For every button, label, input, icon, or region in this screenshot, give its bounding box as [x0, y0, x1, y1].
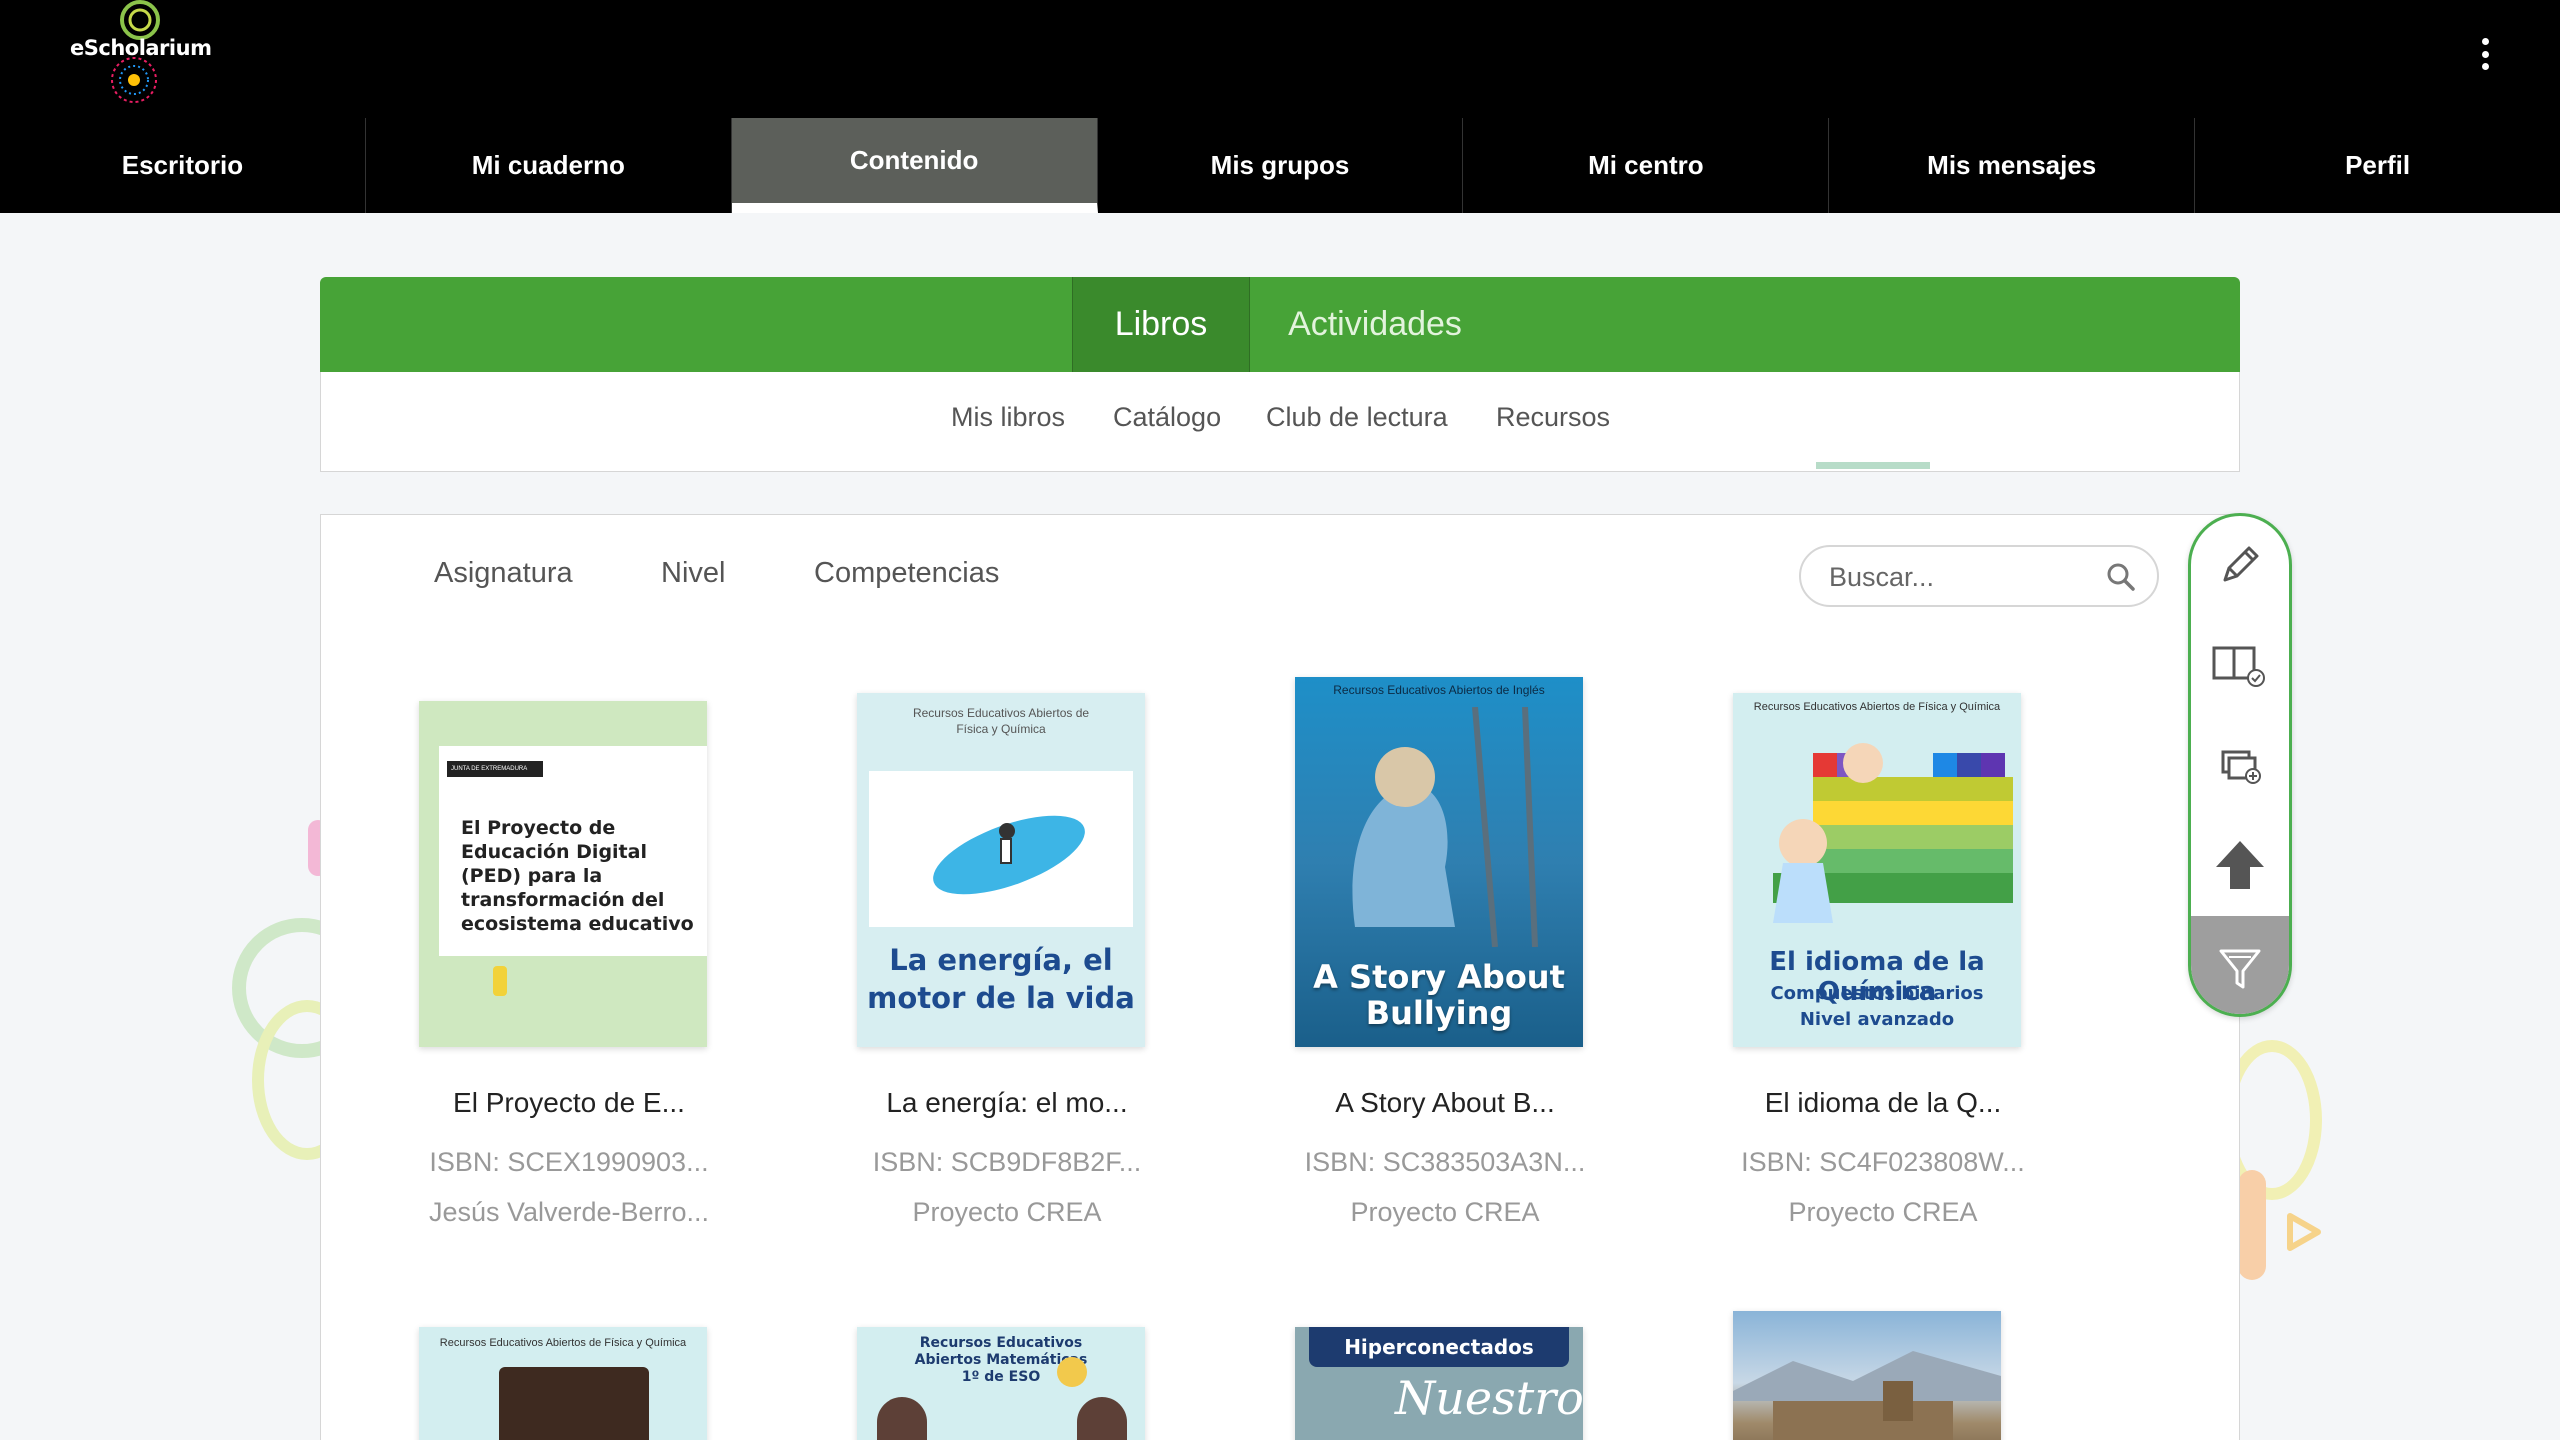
nav-contenido[interactable]: Contenido [731, 118, 1098, 213]
book-isbn: ISBN: SC383503A3N... [1304, 1147, 1586, 1177]
search-input[interactable] [1829, 557, 2099, 597]
funnel-icon [2219, 949, 2261, 989]
decor-blob [2238, 1170, 2266, 1280]
add-collection-button[interactable] [2191, 716, 2289, 814]
book-title[interactable]: El idioma de la Q... [1733, 1087, 2033, 1119]
subtab-club-de-lectura[interactable]: Club de lectura [1266, 402, 1448, 433]
book-title[interactable]: La energía: el mo... [857, 1087, 1157, 1119]
subtab-catalogo[interactable]: Catálogo [1113, 402, 1221, 433]
book-check-icon [2212, 646, 2265, 687]
cover-header: Recursos Educativos Abiertos de Física y… [439, 1337, 687, 1349]
nav-perfil[interactable]: Perfil [2195, 118, 2560, 213]
cover-illustration [1773, 743, 2013, 923]
book-check-button[interactable] [2191, 616, 2289, 714]
book-cover[interactable]: Recursos Educativos Abiertos de Física y… [857, 693, 1145, 1047]
cover-title: El Proyecto de Educación Digital (PED) p… [461, 817, 694, 935]
filter-competencias[interactable]: Competencias [814, 557, 999, 590]
book-cover[interactable]: Recursos Educativos Abiertos de Física y… [1733, 693, 2021, 1047]
add-copy-icon [2221, 750, 2261, 784]
main-nav: Escritorio Mi cuaderno Contenido Mis gru… [0, 118, 2560, 213]
cover-illustration [499, 1367, 649, 1440]
floating-toolbar [2188, 513, 2292, 1017]
cover-header: Recursos Educativos Abiertos Matemáticas… [914, 1335, 1088, 1385]
search-icon[interactable] [2105, 561, 2137, 593]
book-title[interactable]: El Proyecto de E... [419, 1087, 719, 1119]
book-isbn: ISBN: SCB9DF8B2F... [872, 1147, 1142, 1177]
sub-tabs-bar: Mis libros Catálogo Club de lectura Recu… [320, 372, 2240, 472]
search-box [1799, 545, 2159, 607]
cover-emblem [493, 966, 507, 996]
app-logo[interactable]: eScholarium [62, 0, 212, 112]
nav-mis-mensajes[interactable]: Mis mensajes [1829, 118, 2196, 213]
cover-title: A Story About Bullying [1313, 958, 1565, 1032]
book-isbn: ISBN: SCEX1990903... [429, 1147, 709, 1177]
nav-mis-grupos[interactable]: Mis grupos [1098, 118, 1464, 213]
book-author: Proyecto CREA [912, 1197, 1102, 1227]
book-title[interactable]: A Story About B... [1295, 1087, 1595, 1119]
subtab-mis-libros[interactable]: Mis libros [951, 402, 1065, 433]
pencil-icon [2223, 546, 2259, 582]
book-author: Jesús Valverde-Berro... [428, 1197, 710, 1227]
filter-asignatura[interactable]: Asignatura [434, 557, 573, 590]
main-tabs-bar: Libros Actividades [320, 277, 2240, 372]
tab-actividades[interactable]: Actividades [1250, 277, 1500, 372]
cover-header: Recursos Educativos Abiertos de Física y… [1753, 701, 2001, 713]
book-author: Proyecto CREA [1350, 1197, 1540, 1227]
decor-play-icon [2287, 1213, 2321, 1251]
cover-panel [869, 771, 1133, 927]
cover-header: JUNTA DE EXTREMADURA [447, 761, 543, 777]
cover-illustration [1057, 1357, 1087, 1387]
book-cover[interactable]: Recursos Educativos Abiertos de Inglés A… [1295, 677, 1583, 1047]
cover-illustration [933, 815, 1085, 895]
content-panel: Asignatura Nivel Competencias JUNTA DE E… [320, 514, 2240, 1440]
nav-escritorio[interactable]: Escritorio [0, 118, 366, 213]
active-subtab-indicator [1816, 462, 1930, 469]
upload-button[interactable] [2191, 816, 2289, 914]
cover-script-title: Nuestro [1395, 1371, 1583, 1425]
cover-illustration [877, 1397, 927, 1440]
book-isbn: ISBN: SC4F023808W... [1741, 1147, 2025, 1177]
book-cover[interactable]: Hiperconectados Nuestro [1295, 1327, 1583, 1440]
cover-subtitle: Compuestos binarios [1770, 983, 1984, 1004]
cover-header: Recursos Educativos Abiertos de Inglés [1333, 683, 1545, 697]
cover-subtitle: Nivel avanzado [1799, 1009, 1955, 1030]
top-bar: eScholarium Escritorio Mi cuaderno Conte… [0, 0, 2560, 213]
filter-nivel[interactable]: Nivel [661, 557, 725, 590]
cover-title: La energía, el motor de la vida [867, 943, 1135, 1015]
nav-mi-cuaderno[interactable]: Mi cuaderno [366, 118, 732, 213]
more-options-icon[interactable] [2470, 34, 2500, 74]
logo-text: eScholarium [70, 36, 212, 60]
cover-header: Hiperconectados [1309, 1327, 1569, 1367]
filter-button[interactable] [2191, 916, 2289, 1014]
subtab-recursos[interactable]: Recursos [1496, 402, 1610, 433]
book-cover[interactable]: Recursos Educativos Abiertos de Física y… [419, 1327, 707, 1440]
arrow-up-icon [2216, 841, 2264, 889]
cover-header: Recursos Educativos Abiertos de Física y… [912, 706, 1090, 736]
cover-illustration [1352, 707, 1538, 947]
cover-illustration [1733, 1351, 2001, 1440]
tab-libros[interactable]: Libros [1072, 277, 1250, 372]
cover-illustration [1077, 1397, 1127, 1440]
book-cover[interactable]: Recursos Educativos Abiertos Matemáticas… [857, 1327, 1145, 1440]
book-cover[interactable] [1733, 1311, 2001, 1440]
book-cover[interactable]: JUNTA DE EXTREMADURA El Proyecto de Educ… [419, 701, 707, 1047]
edit-button[interactable] [2191, 516, 2289, 614]
nav-mi-centro[interactable]: Mi centro [1463, 118, 1830, 213]
book-author: Proyecto CREA [1788, 1197, 1978, 1227]
